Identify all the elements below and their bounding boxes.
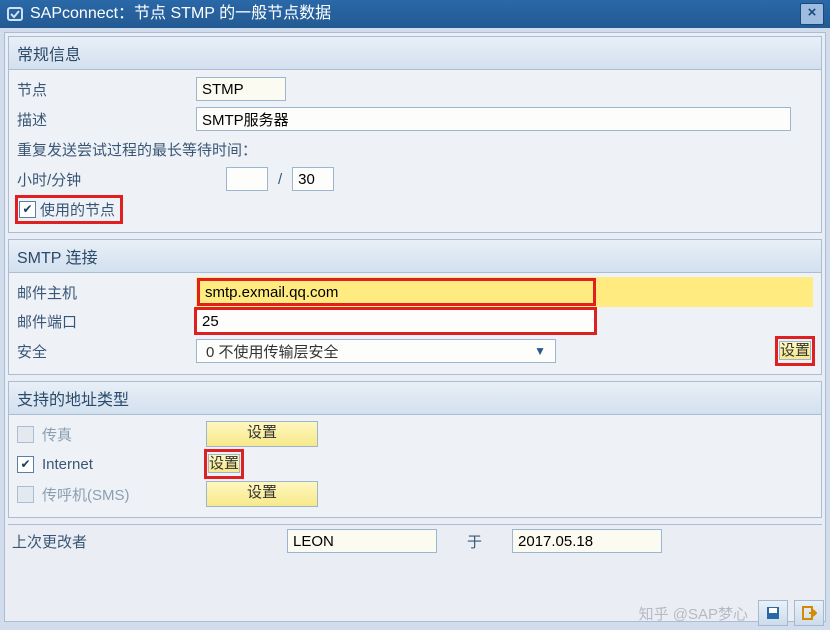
last-changed-label: 上次更改者: [12, 531, 287, 552]
desc-label: 描述: [17, 109, 192, 130]
chevron-down-icon: ▼: [534, 344, 550, 358]
used-node-checkbox-row: 使用的节点: [17, 197, 121, 222]
hhmm-label: 小时/分钟: [17, 169, 222, 190]
used-node-checkbox[interactable]: [19, 201, 36, 218]
slash-sep: /: [272, 171, 288, 188]
footer-bar: 上次更改者 于: [8, 524, 822, 557]
desc-field[interactable]: [196, 107, 791, 131]
host-label: 邮件主机: [17, 282, 192, 303]
used-node-label: 使用的节点: [40, 199, 115, 220]
internet-checkbox[interactable]: [17, 456, 34, 473]
host-yellow-band: [196, 277, 813, 307]
sms-label: 传呼机(SMS): [42, 484, 202, 505]
security-label: 安全: [17, 341, 192, 362]
port-label: 邮件端口: [17, 311, 192, 332]
retry-label: 重复发送尝试过程的最长等待时间：: [17, 139, 257, 160]
security-dropdown[interactable]: 0 不使用传输层安全 ▼: [196, 339, 556, 363]
internet-label: Internet: [42, 456, 202, 473]
window-title: SAPconnect：节点 STMP 的一般节点数据: [30, 0, 800, 28]
watermark-text: 知乎 @SAP梦心: [639, 603, 748, 624]
sms-settings-button[interactable]: 设置: [206, 481, 318, 507]
titlebar: SAPconnect：节点 STMP 的一般节点数据 ×: [0, 0, 830, 28]
smtp-settings-button[interactable]: 设置: [779, 341, 811, 360]
security-value: 0 不使用传输层安全: [202, 341, 534, 362]
group-smtp: SMTP 连接 邮件主机 邮件端口: [8, 239, 822, 375]
group-addr: 支持的地址类型 传真 设置 Internet 设置 传呼机(SMS): [8, 381, 822, 518]
host-field[interactable]: [199, 280, 594, 304]
minutes-field[interactable]: [292, 167, 334, 191]
node-field[interactable]: [196, 77, 286, 101]
group-general: 常规信息 节点 描述 重复发送尝试过程的最长等待时间： 小时/分钟 /: [8, 36, 822, 233]
client-area: 常规信息 节点 描述 重复发送尝试过程的最长等待时间： 小时/分钟 /: [4, 32, 826, 622]
last-changed-date: [512, 529, 662, 553]
fax-label: 传真: [42, 424, 202, 445]
group-addr-head: 支持的地址类型: [9, 382, 821, 415]
status-icon-save[interactable]: [758, 600, 788, 626]
internet-settings-button[interactable]: 设置: [208, 454, 240, 473]
group-general-head: 常规信息: [9, 37, 821, 70]
status-icon-exit[interactable]: [794, 600, 824, 626]
on-label: 于: [437, 531, 512, 552]
fax-settings-button[interactable]: 设置: [206, 421, 318, 447]
statusbar: 知乎 @SAP梦心: [639, 600, 824, 626]
sap-icon: [6, 5, 24, 23]
node-label: 节点: [17, 79, 192, 100]
port-field[interactable]: [196, 309, 595, 333]
group-smtp-head: SMTP 连接: [9, 240, 821, 273]
last-changed-user: [287, 529, 437, 553]
fax-checkbox: [17, 426, 34, 443]
sms-checkbox: [17, 486, 34, 503]
hours-field[interactable]: [226, 167, 268, 191]
close-icon[interactable]: ×: [800, 3, 824, 25]
dialog-window: SAPconnect：节点 STMP 的一般节点数据 × 常规信息 节点 描述 …: [0, 0, 830, 630]
